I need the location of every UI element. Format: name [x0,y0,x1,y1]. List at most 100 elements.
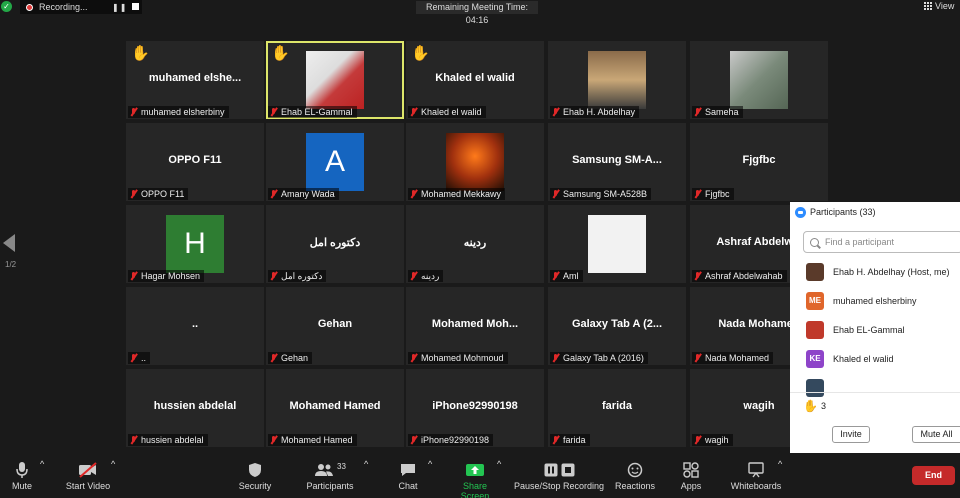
video-tile[interactable]: Aml [548,205,686,283]
video-tile[interactable]: H Hagar Mohsen [126,205,264,283]
raised-hand-icon: ✋ [803,399,818,413]
participant-list-item[interactable]: ME muhamed elsherbiny [790,286,960,315]
participant-list-avatar: ME [806,291,824,310]
muted-microphone-icon [128,107,139,117]
participant-name-label: Ashraf Abdelwahab [692,270,787,282]
participant-list-avatar [806,262,824,281]
whiteboards-options-caret-icon[interactable]: ^ [778,459,782,469]
view-button[interactable]: View [924,1,954,11]
participant-name-text: OPPO F11 [141,189,185,199]
muted-microphone-icon [128,435,139,445]
participant-list-item[interactable]: KE Khaled el walid [790,344,960,373]
mute-options-caret-icon[interactable]: ^ [40,459,44,469]
chat-button[interactable]: Chat [393,459,423,491]
muted-microphone-icon [692,435,703,445]
participant-name-text: muhamed elsherbiny [141,107,225,117]
share-screen-button[interactable]: Share Screen [448,459,502,498]
participant-list-item[interactable]: Ehab EL-Gammal [790,315,960,344]
mute-label: Mute [11,481,32,491]
participants-panel: Participants (33) Find a participant Eha… [790,202,960,453]
top-bar: ✓ Recording... ❚❚ Remaining Meeting Time… [0,0,960,25]
video-tile[interactable]: ✋ Khaled el walid Khaled el walid [406,41,544,119]
muted-microphone-icon [408,435,419,445]
video-tile[interactable]: OPPO F11 OPPO F11 [126,123,264,201]
participant-name-label: Hagar Mohsen [128,270,205,282]
participant-display-name: OPPO F11 [168,154,222,166]
invite-button[interactable]: Invite [832,426,870,443]
participant-display-name: iPhone92990198 [432,400,518,412]
video-tile[interactable]: دكتوره امل دكتوره امل [266,205,404,283]
muted-microphone-icon [550,353,561,363]
participant-name-label: Ehab H. Abdelhay [550,106,640,118]
participants-count: 33 [337,461,346,471]
video-tile[interactable]: Mohamed Moh... Mohamed Mohmoud [406,287,544,365]
muted-microphone-icon [550,107,561,117]
view-label: View [935,1,955,11]
mute-button[interactable]: Mute [6,459,38,491]
participant-name-label: .. [128,352,151,364]
mute-all-button[interactable]: Mute All [912,426,960,443]
encryption-shield-icon[interactable]: ✓ [1,1,12,12]
video-tile[interactable]: Mohamed Mekkawy [406,123,544,201]
find-participant-input[interactable]: Find a participant [803,231,960,253]
previous-page-arrow-icon[interactable] [3,234,15,252]
chat-icon [401,464,415,476]
find-participant-placeholder: Find a participant [825,237,895,247]
participant-name-label: دكتوره امل [268,270,327,282]
participant-name-label: OPPO F11 [128,188,189,200]
participant-name-text: Ehab H. Abdelhay [563,107,636,117]
participant-display-name: muhamed elshe... [148,72,242,84]
start-video-label: Start Video [65,481,111,491]
participant-name-label: Fjgfbc [692,188,734,200]
chat-options-caret-icon[interactable]: ^ [428,459,432,469]
participant-avatar: H [166,215,224,273]
participant-list-name: Ehab H. Abdelhay (Host, me) [833,266,950,277]
video-tile[interactable]: Galaxy Tab A (2... Galaxy Tab A (2016) [548,287,686,365]
video-tile[interactable]: ✋ muhamed elshe... muhamed elsherbiny [126,41,264,119]
reactions-label: Reactions [614,481,656,491]
video-tile[interactable]: iPhone92990198 iPhone92990198 [406,369,544,447]
participant-name-label: Nada Mohamed [692,352,774,364]
video-tile[interactable]: A Amany Wada [266,123,404,201]
participant-display-name: Khaled el walid [435,72,515,84]
video-tile[interactable]: Mohamed Hamed Mohamed Hamed [266,369,404,447]
share-options-caret-icon[interactable]: ^ [497,459,501,469]
video-tile[interactable]: ✋ Ehab EL-Gammal [266,41,404,119]
video-tile[interactable]: ردينه ردينه [406,205,544,283]
muted-microphone-icon [268,271,279,281]
reactions-button[interactable]: Reactions [612,459,658,491]
whiteboards-button[interactable]: Whiteboards [728,459,784,491]
participants-label: Participants [306,481,354,491]
participant-photo [446,133,504,191]
video-options-caret-icon[interactable]: ^ [111,459,115,469]
video-tile[interactable]: farida farida [548,369,686,447]
video-tile[interactable]: Fjgfbc Fjgfbc [690,123,828,201]
muted-microphone-icon [128,353,139,363]
security-button[interactable]: Security [236,459,274,491]
panel-divider [790,392,960,393]
participant-display-name: Samsung SM-A... [572,154,662,166]
video-tile[interactable]: Ehab H. Abdelhay [548,41,686,119]
video-tile[interactable]: hussien abdelal hussien abdelal [126,369,264,447]
start-video-button[interactable]: Start Video [62,459,114,491]
participant-name-text: Gehan [281,353,309,363]
video-tile[interactable]: Samsung SM-A... Samsung SM-A528B [548,123,686,201]
zoom-logo-icon [795,206,806,218]
participants-button[interactable]: 33 Participants [306,459,354,492]
pause-stop-recording-button[interactable]: Pause/Stop Recording [513,459,605,491]
stop-icon [561,463,574,477]
participant-list-item[interactable] [790,373,960,402]
participants-options-caret-icon[interactable]: ^ [364,459,368,469]
participant-name-text: hussien abdelal [141,435,204,445]
video-tile[interactable]: Gehan Gehan [266,287,404,365]
video-tile[interactable]: Sameha [690,41,828,119]
apps-button[interactable]: Apps [676,459,706,491]
participant-list-item[interactable]: Ehab H. Abdelhay (Host, me) [790,257,960,286]
end-meeting-button[interactable]: End [912,466,955,485]
muted-microphone-icon [550,271,561,281]
participant-avatar [588,215,646,273]
pause-recording-icon[interactable]: ❚❚ [112,3,127,12]
participant-name-label: iPhone92990198 [408,434,494,446]
video-tile[interactable]: .... [126,287,264,365]
stop-recording-icon[interactable] [132,3,139,10]
